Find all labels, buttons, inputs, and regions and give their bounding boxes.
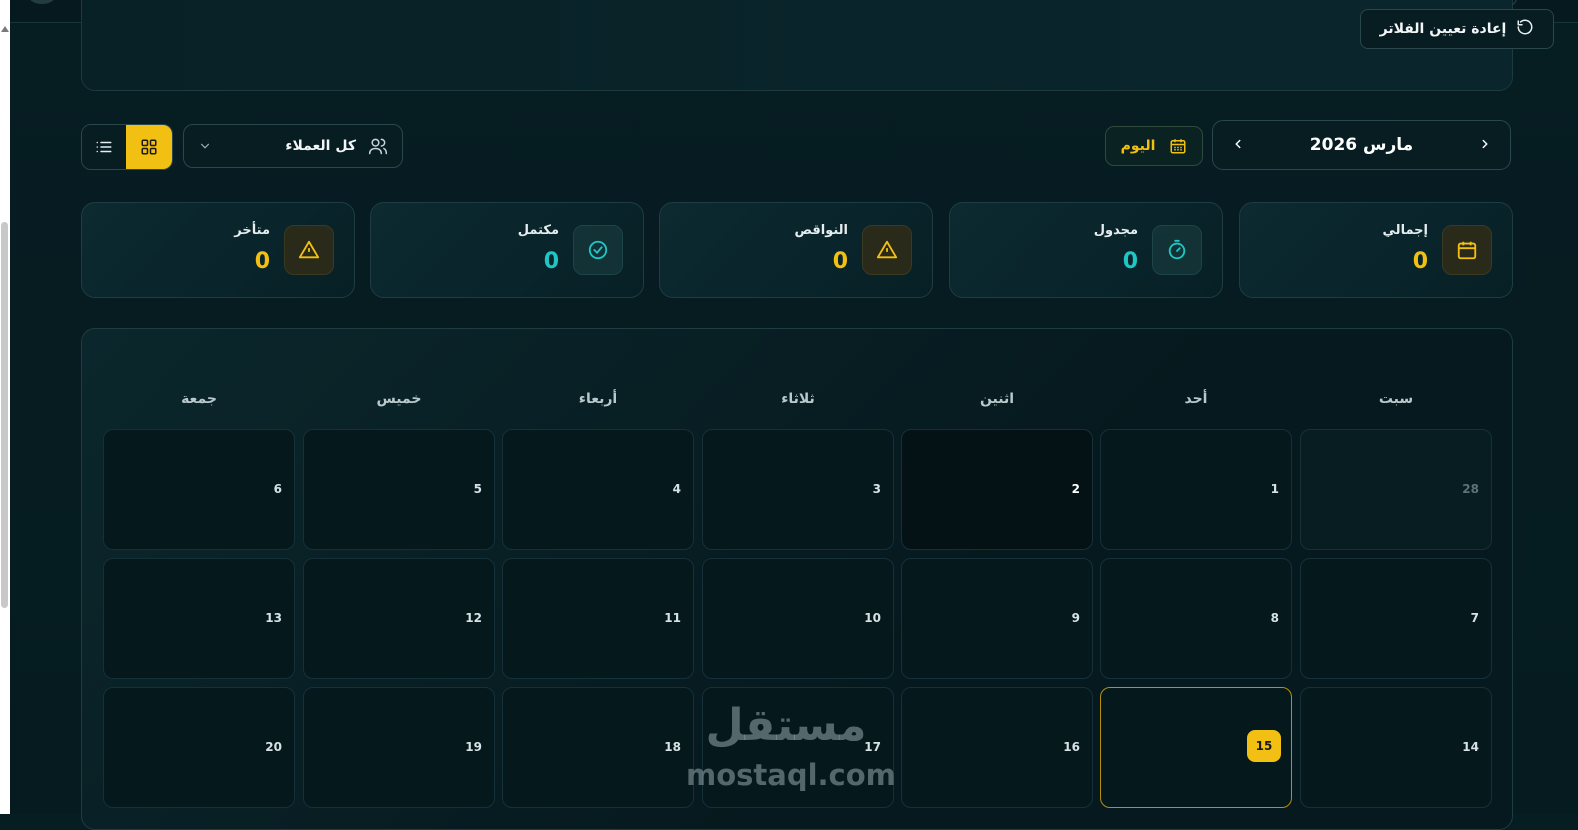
weekday-header: اثنين (979, 391, 1015, 407)
calendar-day-cell[interactable]: 16 (901, 687, 1093, 808)
calendar-day-cell[interactable]: 1 (1100, 429, 1292, 550)
day-number: 1 (1270, 482, 1279, 496)
calendar-day-cell-today[interactable]: 15 (1100, 687, 1292, 808)
stat-card-late[interactable]: متأخر 0 (81, 202, 355, 298)
warning-icon (284, 225, 334, 275)
scroll-thumb[interactable] (1, 222, 8, 608)
weekday-header: سبت (1378, 391, 1414, 407)
stat-value: 0 (254, 249, 270, 274)
calendar-icon (1170, 139, 1186, 154)
calendar-day-cell[interactable]: 28 (1300, 429, 1492, 550)
calendar-day-cell[interactable]: 8 (1100, 558, 1292, 679)
today-day-badge: 15 (1247, 730, 1281, 762)
stat-label: مكتمل (517, 223, 559, 238)
stat-label: إجمالي (1382, 223, 1428, 238)
calendar-day-cell[interactable]: 5 (303, 429, 495, 550)
calendar-day-cell[interactable]: 7 (1300, 558, 1492, 679)
grid-icon (141, 139, 157, 155)
calendar-day-cell[interactable]: 20 (103, 687, 295, 808)
scroll-up-arrow-icon[interactable] (1, 26, 9, 32)
chevron-right-icon (1482, 139, 1488, 148)
day-number: 28 (1462, 482, 1479, 496)
month-calendar: سبت أحد اثنين ثلاثاء أربعاء خميس جمعة 28… (81, 328, 1513, 830)
reset-filters-label: إعادة تعيين الفلاتر (1379, 21, 1507, 37)
avatar[interactable] (28, 0, 56, 4)
stat-card-missing[interactable]: النواقص 0 (659, 202, 933, 298)
calendar-day-cell[interactable]: 9 (901, 558, 1093, 679)
calendar-day-cell[interactable]: 11 (502, 558, 694, 679)
day-number: 5 (473, 482, 482, 496)
stat-label: متأخر (234, 223, 270, 238)
list-icon (96, 141, 112, 153)
stat-label: مجدول (1093, 223, 1138, 238)
stat-card-completed[interactable]: مكتمل 0 (370, 202, 644, 298)
day-number: 10 (864, 611, 881, 625)
calendar-day-cell[interactable]: 3 (702, 429, 894, 550)
page-scrollbar[interactable] (0, 0, 10, 814)
month-navigator: مارس 2026 (1212, 120, 1511, 170)
grid-view-button[interactable] (126, 125, 172, 169)
weekday-header: ثلاثاء (781, 391, 815, 407)
stats-row: إجمالي 0 مجدول 0 النواقص 0 مكتمل 0 متأخر… (81, 202, 1513, 298)
reset-icon (1516, 18, 1534, 40)
stat-card-total[interactable]: إجمالي 0 (1239, 202, 1513, 298)
month-title: مارس 2026 (1309, 135, 1414, 155)
client-select-value: كل العملاء (285, 138, 356, 154)
stat-card-scheduled[interactable]: مجدول 0 (949, 202, 1223, 298)
main-content: إعادة تعيين الفلاتر كل العملاء اليوم مار… (10, 0, 1578, 830)
calendar-day-cell[interactable]: 2 (901, 429, 1093, 550)
reset-filters-button[interactable]: إعادة تعيين الفلاتر (1360, 9, 1554, 49)
day-number: 13 (265, 611, 282, 625)
stat-value: 0 (1122, 249, 1138, 274)
today-label: اليوم (1120, 138, 1156, 154)
today-button[interactable]: اليوم (1105, 126, 1203, 166)
calendar-day-cell[interactable]: 17 (702, 687, 894, 808)
stat-value: 0 (1412, 249, 1428, 274)
weekday-header: خميس (376, 391, 422, 407)
day-number: 17 (864, 740, 881, 754)
day-number: 7 (1470, 611, 1479, 625)
day-number: 12 (465, 611, 482, 625)
prev-month-button[interactable] (1231, 136, 1245, 155)
check-circle-icon (573, 225, 623, 275)
calendar-day-cell[interactable]: 14 (1300, 687, 1492, 808)
view-toggle (81, 124, 173, 170)
calendar-day-cell[interactable]: 19 (303, 687, 495, 808)
calendar-day-cell[interactable]: 6 (103, 429, 295, 550)
weekday-header: أحد (1184, 391, 1208, 407)
calendar-day-cell[interactable]: 10 (702, 558, 894, 679)
calendar-day-cell[interactable]: 12 (303, 558, 495, 679)
calendar-day-cell[interactable]: 4 (502, 429, 694, 550)
day-number: 9 (1071, 611, 1080, 625)
timer-icon (1152, 225, 1202, 275)
chevron-down-icon (200, 143, 210, 149)
day-number: 3 (872, 482, 881, 496)
users-icon (368, 138, 388, 155)
calendar-day-cell[interactable]: 13 (103, 558, 295, 679)
day-number: 19 (465, 740, 482, 754)
filter-panel: إعادة تعيين الفلاتر (81, 0, 1554, 91)
calendar-day-cell[interactable]: 18 (502, 687, 694, 808)
warning-icon (862, 225, 912, 275)
stat-label: النواقص (794, 223, 849, 238)
weekday-header: أربعاء (578, 391, 618, 407)
calendar-icon (1442, 225, 1492, 275)
day-number: 18 (664, 740, 681, 754)
day-number: 8 (1270, 611, 1279, 625)
stat-value: 0 (543, 249, 559, 274)
day-number: 2 (1071, 482, 1080, 496)
day-number: 20 (265, 740, 282, 754)
day-number: 16 (1063, 740, 1080, 754)
day-number: 4 (672, 482, 681, 496)
list-view-button[interactable] (82, 125, 126, 169)
day-number: 11 (664, 611, 681, 625)
stat-value: 0 (832, 249, 848, 274)
next-month-button[interactable] (1478, 136, 1492, 155)
chevron-left-icon (1235, 139, 1241, 148)
day-number: 6 (273, 482, 282, 496)
client-select[interactable]: كل العملاء (183, 124, 403, 168)
day-number: 14 (1462, 740, 1479, 754)
weekday-header: جمعة (181, 391, 217, 407)
